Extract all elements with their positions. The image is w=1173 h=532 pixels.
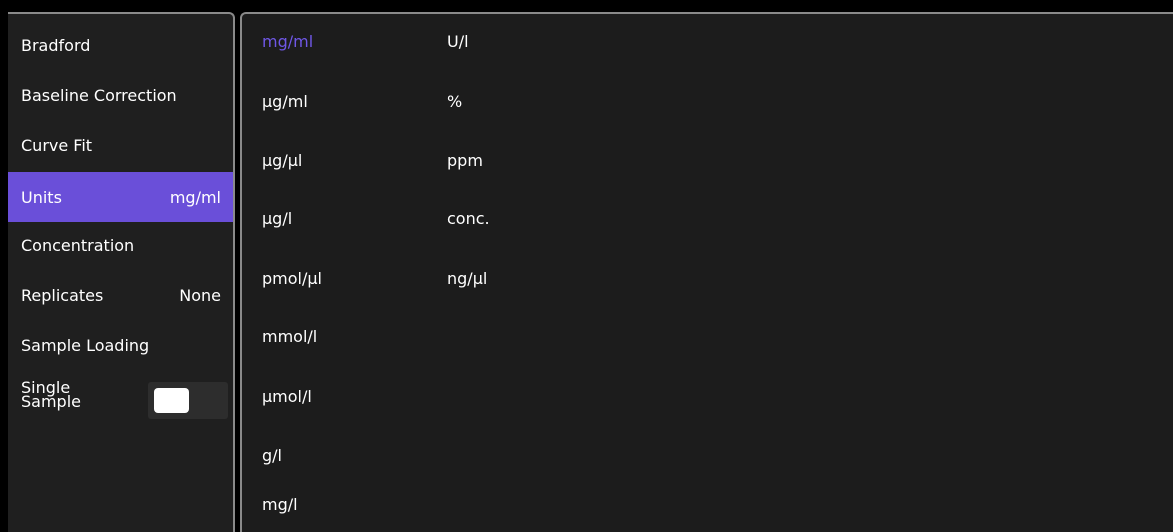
unit-option-ug-ul[interactable]: µg/µl xyxy=(262,146,302,176)
menu-item-sample-loading[interactable]: Sample Loading xyxy=(8,320,233,370)
unit-option-ug-l[interactable]: µg/l xyxy=(262,204,292,234)
toggle-knob xyxy=(154,388,189,413)
unit-option-mmol-l[interactable]: mmol/l xyxy=(262,322,317,352)
unit-option-ug-ml[interactable]: µg/ml xyxy=(262,87,308,117)
unit-option-ppm[interactable]: ppm xyxy=(447,146,483,176)
menu-item-label: Units xyxy=(21,187,62,207)
menu-item-baseline-correction[interactable]: Baseline Correction xyxy=(8,70,233,120)
settings-menu: Bradford Baseline Correction Curve Fit U… xyxy=(8,12,235,532)
menu-item-label: Replicates xyxy=(21,285,104,305)
menu-item-concentration[interactable]: Concentration xyxy=(8,220,233,270)
menu-item-bradford[interactable]: Bradford xyxy=(8,20,233,70)
unit-option-mg-ml[interactable]: mg/ml xyxy=(262,27,313,57)
units-options-panel: mg/ml µg/ml µg/µl µg/l pmol/µl mmol/l µm… xyxy=(240,12,1173,532)
menu-item-label: Baseline Correction xyxy=(21,85,177,105)
unit-option-g-l[interactable]: g/l xyxy=(262,441,282,471)
menu-item-label: Sample Loading xyxy=(21,335,150,355)
replicates-current-value: None xyxy=(179,285,221,305)
unit-option-ng-ul[interactable]: ng/µl xyxy=(447,264,487,294)
menu-item-units[interactable]: Units mg/ml xyxy=(8,172,233,222)
unit-option-u-l[interactable]: U/l xyxy=(447,27,469,57)
single-sample-toggle[interactable] xyxy=(148,382,228,419)
menu-item-label: Bradford xyxy=(21,35,91,55)
menu-item-replicates[interactable]: Replicates None xyxy=(8,270,233,320)
units-current-value: mg/ml xyxy=(169,187,221,207)
unit-option-mg-l[interactable]: mg/l xyxy=(262,490,298,520)
menu-item-label: Concentration xyxy=(21,235,135,255)
single-sample-label-line2: Sample xyxy=(21,392,81,411)
unit-option-pmol-ul[interactable]: pmol/µl xyxy=(262,264,322,294)
menu-item-label: Curve Fit xyxy=(21,135,93,155)
single-sample-label: Single Sample xyxy=(21,380,131,411)
unit-option-conc[interactable]: conc. xyxy=(447,204,490,234)
menu-item-curve-fit[interactable]: Curve Fit xyxy=(8,120,233,170)
unit-option-percent[interactable]: % xyxy=(447,87,462,117)
unit-option-umol-l[interactable]: µmol/l xyxy=(262,382,312,412)
